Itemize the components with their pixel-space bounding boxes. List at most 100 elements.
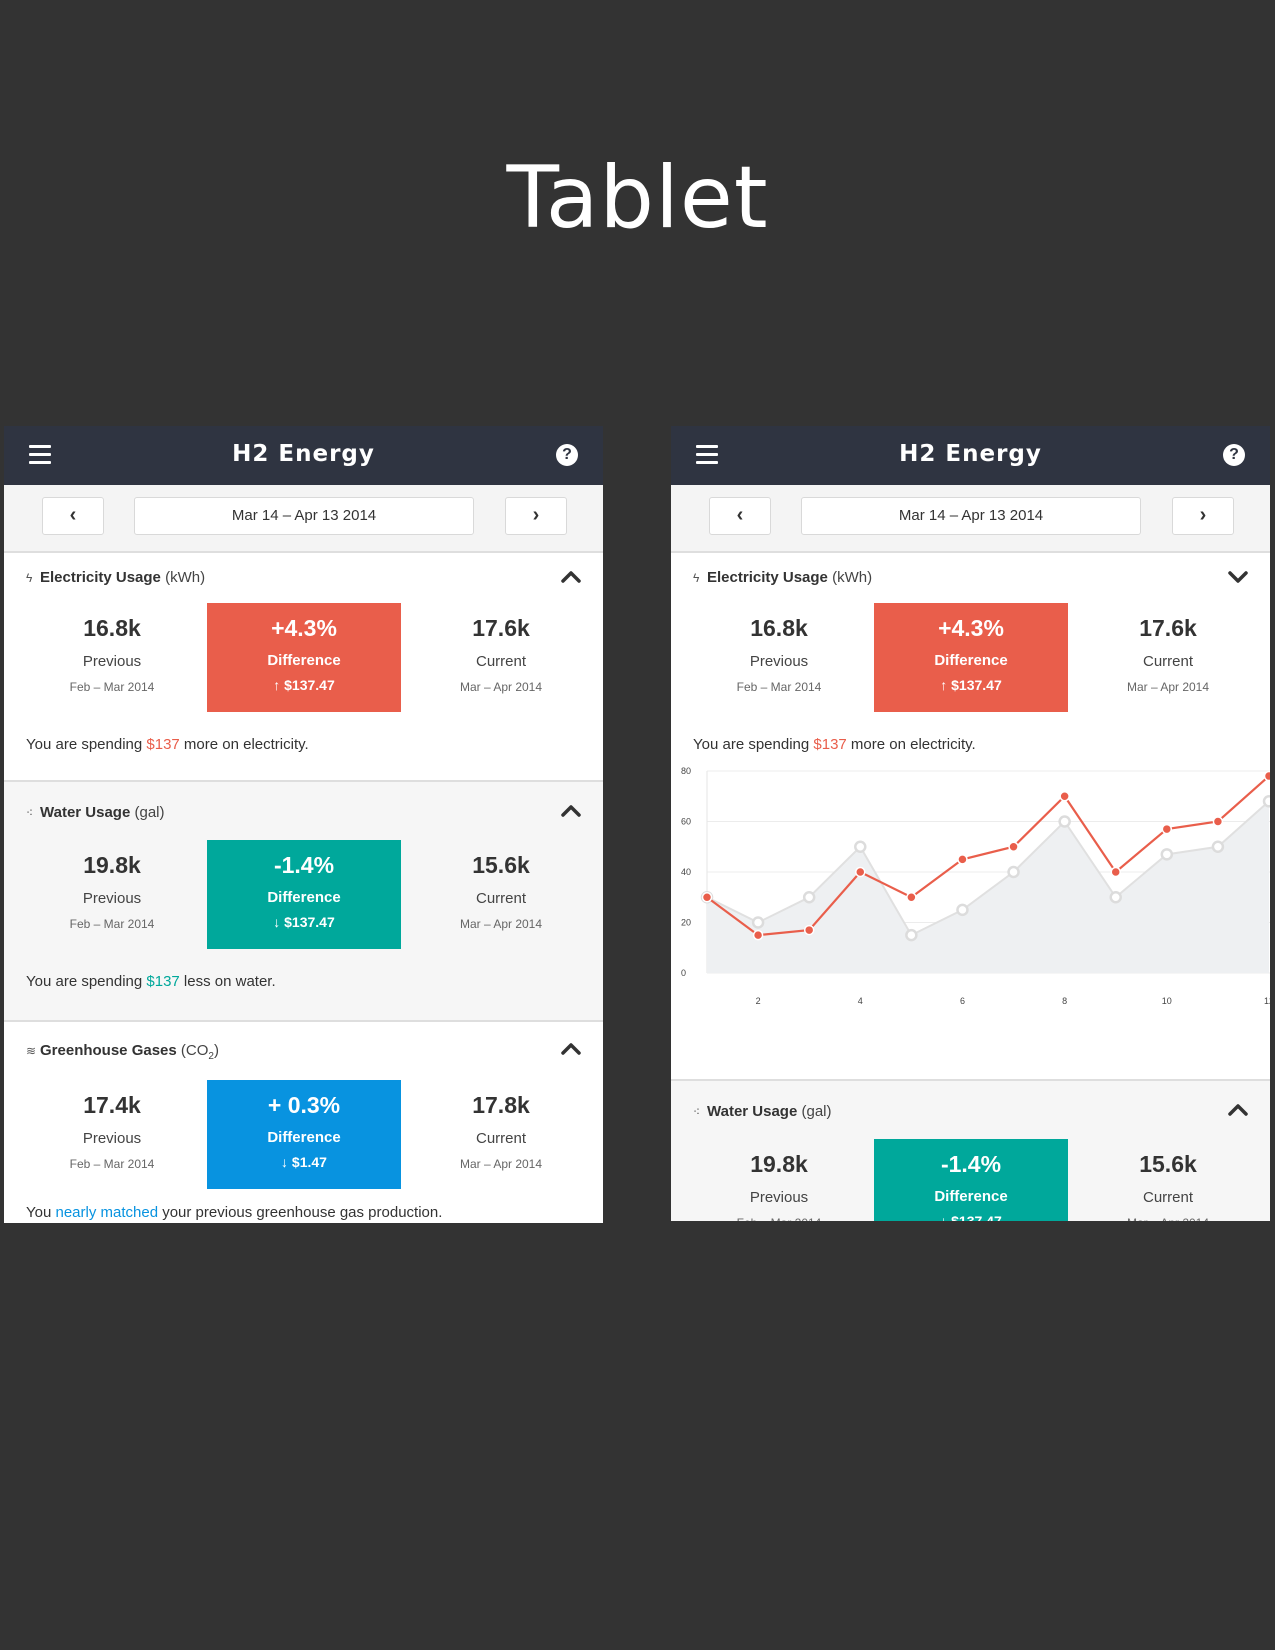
difference-amount: ↓ $137.47 (273, 914, 335, 930)
x-tick-label: 4 (858, 996, 863, 1006)
date-range-field[interactable]: Mar 14 – Apr 13 2014 (801, 497, 1141, 535)
help-icon[interactable]: ? (556, 444, 578, 466)
previous-label: Previous (749, 1189, 809, 1206)
current-label: Current (475, 653, 527, 670)
data-point (1212, 816, 1224, 827)
data-point (803, 924, 815, 936)
section-unit: (CO2) (180, 1042, 219, 1062)
bolt-icon: ϟ (26, 571, 33, 585)
current-label: Current (1142, 653, 1194, 670)
current-label: Current (475, 1130, 527, 1147)
stats-row: 17.4k Previous Feb – Mar 2014 + 0.3% Dif… (4, 1080, 603, 1190)
section-header[interactable]: ⁖ Water Usage (gal) (4, 782, 603, 840)
summary-pre: You are spending (693, 736, 814, 753)
previous-label: Previous (82, 890, 142, 907)
difference-box: +4.3% Difference ↑ $137.47 (207, 603, 401, 712)
section-unit: (kWh) (832, 569, 873, 586)
difference-box: -1.4% Difference ↓ $137.47 (874, 1139, 1068, 1221)
summary-pre: You (26, 1204, 56, 1221)
difference-box: -1.4% Difference ↓ $137.47 (207, 840, 401, 949)
water-section: ⁖ Water Usage (gal) 19.8k Previous Feb – … (671, 1081, 1270, 1221)
current-stat: 17.8k Current Mar – Apr 2014 (401, 1080, 601, 1171)
date-navigation: ‹ Mar 14 – Apr 13 2014 › (671, 485, 1270, 553)
summary-text: You are spending $137 more on electricit… (4, 713, 603, 785)
difference-box: + 0.3% Difference ↓ $1.47 (207, 1080, 401, 1189)
app-header: H2 Energy ? (671, 426, 1270, 485)
section-header[interactable]: ≋ Greenhouse Gases (CO2) (4, 1022, 603, 1080)
section-title: ϟ Electricity Usage (kWh) (26, 569, 205, 586)
current-period: Mar – Apr 2014 (459, 917, 543, 931)
difference-value: + 0.3% (267, 1092, 341, 1118)
x-tick-label: 6 (960, 996, 965, 1006)
previous-stat: 16.8k Previous Feb – Mar 2014 (12, 603, 212, 694)
difference-value: +4.3% (938, 615, 1004, 641)
date-range-field[interactable]: Mar 14 – Apr 13 2014 (134, 497, 474, 535)
previous-period-button[interactable]: ‹ (42, 497, 104, 535)
current-stat: 15.6k Current Mar – Apr 2014 (401, 840, 601, 931)
x-tick-label: 2 (756, 996, 761, 1006)
y-tick-label: 20 (681, 918, 691, 928)
chevron-left-icon: ‹ (69, 504, 77, 526)
current-value: 17.6k (472, 615, 530, 641)
section-title-text: Electricity Usage (40, 569, 161, 586)
section-header[interactable]: ϟ Electricity Usage (kWh) (671, 553, 1270, 603)
help-icon[interactable]: ? (1223, 444, 1245, 466)
data-point (1110, 866, 1121, 878)
summary-text: You are spending $137 less on water. (4, 950, 603, 1022)
data-point (1262, 795, 1270, 808)
chevron-up-icon[interactable] (1226, 1098, 1250, 1122)
previous-period: Feb – Mar 2014 (69, 680, 155, 694)
section-header[interactable]: ϟ Electricity Usage (kWh) (4, 553, 603, 603)
data-point (957, 854, 968, 865)
summary-highlight: $137 (146, 736, 180, 753)
data-point (1059, 791, 1070, 802)
section-header[interactable]: ⁖ Water Usage (gal) (671, 1081, 1270, 1139)
current-label: Current (1142, 1189, 1194, 1206)
chevron-down-icon[interactable] (1226, 565, 1250, 589)
summary-highlight: $137 (146, 973, 180, 990)
data-point (906, 892, 917, 903)
current-label: Current (475, 890, 527, 907)
current-period: Mar – Apr 2014 (1068, 1216, 1268, 1221)
summary-post: your previous greenhouse gas production. (158, 1204, 443, 1221)
y-tick-label: 0 (681, 968, 686, 978)
current-value: 17.8k (472, 1092, 530, 1118)
previous-value: 16.8k (750, 615, 808, 641)
page-title: Tablet (506, 148, 769, 248)
app-header: H2 Energy ? (4, 426, 603, 485)
current-stat: 17.6k Current Mar – Apr 2014 (401, 603, 601, 694)
data-point (905, 928, 918, 942)
difference-label: Difference (267, 652, 341, 669)
difference-label: Difference (934, 652, 1008, 669)
previous-stat: 17.4k Previous Feb – Mar 2014 (12, 1080, 212, 1171)
previous-label: Previous (82, 1130, 142, 1147)
difference-label: Difference (934, 1188, 1008, 1205)
chevron-up-icon[interactable] (559, 1037, 583, 1061)
previous-value: 16.8k (83, 615, 141, 641)
chevron-up-icon[interactable] (559, 799, 583, 823)
current-stat: 17.6k Current Mar – Apr 2014 (1068, 603, 1268, 694)
summary-highlight-link[interactable]: nearly matched (55, 1204, 158, 1221)
x-tick-label: 8 (1062, 996, 1067, 1006)
data-point (1058, 815, 1071, 828)
next-period-button[interactable]: › (1172, 497, 1234, 535)
date-navigation: ‹ Mar 14 – Apr 13 2014 › (4, 485, 603, 553)
chevron-right-icon: › (1199, 504, 1207, 526)
current-value: 15.6k (1139, 1151, 1197, 1177)
current-period: Mar – Apr 2014 (1126, 680, 1210, 694)
app-title: H2 Energy (899, 441, 1042, 467)
previous-period-button[interactable]: ‹ (709, 497, 771, 535)
difference-amount: ↑ $137.47 (940, 677, 1002, 693)
next-period-button[interactable]: › (505, 497, 567, 535)
section-title-text: Water Usage (707, 1103, 798, 1120)
data-point (751, 916, 765, 929)
previous-period: Feb – Mar 2014 (69, 1157, 155, 1171)
chevron-up-icon[interactable] (559, 565, 583, 589)
data-point (802, 891, 816, 904)
difference-box: +4.3% Difference ↑ $137.47 (874, 603, 1068, 712)
section-title: ϟ Electricity Usage (kWh) (693, 569, 872, 586)
previous-value: 19.8k (750, 1151, 808, 1177)
previous-stat: 19.8k Previous Feb – Mar 2014 (679, 1139, 879, 1221)
difference-amount: ↓ $1.47 (281, 1154, 327, 1170)
tablet-screen-expanded: H2 Energy ? ‹ Mar 14 – Apr 13 2014 › ϟ El… (4, 426, 603, 1223)
